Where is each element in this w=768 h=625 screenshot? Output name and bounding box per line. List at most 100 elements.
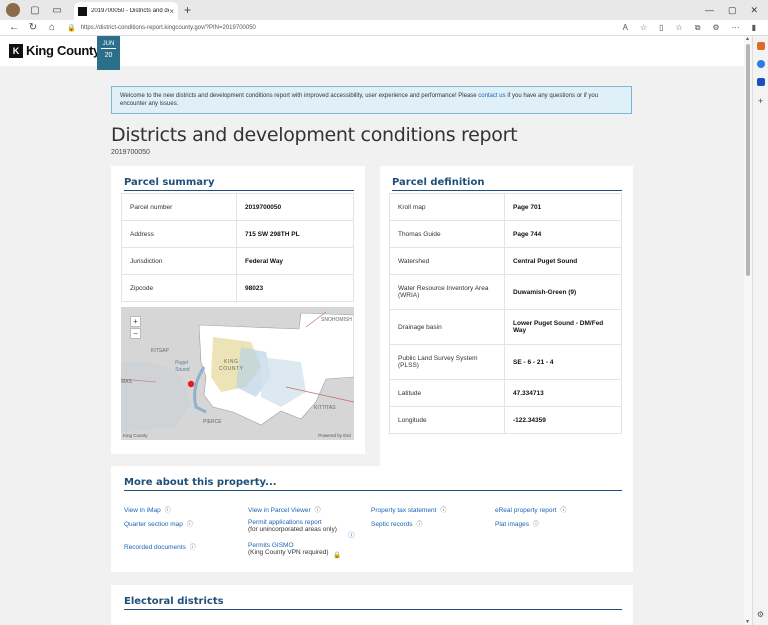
row-label: Longitude: [389, 406, 505, 434]
gismo-vpn-note: (King County VPN required): [248, 549, 329, 556]
home-icon[interactable]: ⌂: [47, 22, 57, 33]
tab-actions-icon[interactable]: ▭: [50, 3, 64, 17]
table-row: Jurisdiction Federal Way: [121, 247, 354, 275]
link-label: Plat images: [495, 521, 529, 528]
table-row: Latitude 47.334713: [389, 379, 622, 407]
view-in-imap-link[interactable]: View in iMap ⓘ: [124, 505, 171, 514]
outlook-icon[interactable]: [756, 78, 765, 86]
scroll-up-icon[interactable]: ▲: [745, 36, 750, 42]
settings-gear-icon[interactable]: ⚙: [757, 610, 764, 619]
permits-gismo-link[interactable]: Permits GISMO (King County VPN required): [248, 542, 329, 556]
plat-images-link[interactable]: Plat images ⓘ: [495, 519, 539, 528]
parcel-summary-card: Parcel summary Parcel number 2019700050 A…: [111, 166, 365, 454]
parcel-id-subtitle: 2019700050: [111, 149, 150, 156]
link-label: Permit applications report: [248, 519, 322, 526]
view-in-parcel-viewer-link[interactable]: View in Parcel Viewer ⓘ: [248, 505, 321, 514]
sidebar-toggle-icon[interactable]: ▮: [752, 23, 756, 33]
contact-us-link[interactable]: contact us: [478, 93, 505, 99]
tab-title: 2019700050 - Districts and dev: [91, 8, 170, 14]
help-icon[interactable]: ⓘ: [165, 508, 171, 514]
row-value: 98023: [236, 274, 354, 302]
shopping-icon[interactable]: [756, 42, 765, 50]
central-puget-sound-link[interactable]: Central Puget Sound: [504, 247, 622, 275]
menu-icon[interactable]: ⋯: [732, 23, 740, 33]
minimize-icon[interactable]: —: [705, 5, 714, 16]
maximize-icon[interactable]: ▢: [728, 5, 737, 16]
row-label: Address: [121, 220, 237, 248]
permit-applications-note: (for unincorporated areas only): [248, 526, 337, 533]
browser-tab-bar: ▢ ▭ 2019700050 - Districts and dev × + —…: [0, 0, 768, 20]
help-icon[interactable]: ⓘ: [190, 545, 196, 551]
extensions-icon[interactable]: ⚙: [712, 23, 719, 33]
row-label: Parcel number: [121, 193, 237, 221]
read-aloud-icon[interactable]: A: [623, 23, 628, 33]
zoom-in-button[interactable]: +: [130, 316, 141, 327]
profile-avatar[interactable]: [6, 3, 20, 17]
help-icon[interactable]: ⓘ: [533, 522, 539, 528]
map-label-kittitas: KITTITAS: [314, 405, 336, 411]
watershed-link[interactable]: Watershed: [389, 247, 505, 275]
electoral-districts-heading: Electoral districts: [124, 596, 622, 610]
link-label: View in iMap: [124, 507, 161, 514]
map-label-kitsap: KITSAP: [151, 348, 169, 354]
help-icon[interactable]: ⓘ: [440, 508, 446, 514]
search-icon[interactable]: [756, 60, 765, 68]
scrollbar-thumb[interactable]: [746, 44, 750, 276]
close-window-icon[interactable]: ✕: [750, 5, 758, 16]
favorite-star-icon[interactable]: ☆: [640, 23, 647, 33]
help-icon[interactable]: ⓘ: [417, 522, 423, 528]
favorites-icon[interactable]: ☆: [676, 23, 683, 33]
page-title: Districts and development conditions rep…: [111, 124, 518, 146]
recorded-documents-link[interactable]: Recorded documents ⓘ: [124, 542, 196, 551]
king-county-logo[interactable]: K King County: [9, 43, 100, 58]
split-screen-icon[interactable]: ▯: [659, 23, 663, 33]
url-field[interactable]: 🔒 https://district-conditions-report.kin…: [67, 24, 256, 32]
map-label-sound: Sound: [175, 367, 190, 373]
help-icon[interactable]: ⓘ: [187, 522, 193, 528]
row-value: Page 701: [504, 193, 622, 221]
collections-icon[interactable]: ⧉: [695, 23, 701, 33]
table-row: Thomas Guide Page 744: [389, 220, 622, 248]
welcome-banner: Welcome to the new districts and develop…: [111, 86, 632, 114]
banner-text-before: Welcome to the new districts and develop…: [120, 93, 479, 99]
septic-records-link[interactable]: Septic records ⓘ: [371, 519, 423, 528]
parcel-map[interactable]: + − SNOHOMISH KITSAP Puget Sound KING CO…: [121, 307, 354, 440]
table-row: Parcel number 2019700050: [121, 193, 354, 221]
more-about-property-card: More about this property... View in iMap…: [111, 466, 633, 572]
back-icon[interactable]: ←: [9, 22, 19, 33]
map-label-mason: MAS: [121, 379, 132, 385]
jurisdiction-link[interactable]: Federal Way: [236, 247, 354, 275]
vpn-lock-icon: 🔒: [333, 552, 342, 559]
map-attribution: King County: [123, 433, 148, 438]
ereal-property-report-link[interactable]: eReal property report ⓘ: [495, 505, 566, 514]
king-county-logo-icon: K: [9, 43, 23, 58]
help-icon[interactable]: ⓘ: [348, 529, 355, 539]
help-icon[interactable]: ⓘ: [315, 508, 321, 514]
duwamish-green-link[interactable]: Duwamish-Green (9): [504, 274, 622, 310]
new-tab-icon[interactable]: +: [184, 3, 191, 17]
permit-applications-report-link[interactable]: Permit applications report (for unincorpo…: [248, 519, 337, 533]
logo-text: King County: [26, 43, 100, 58]
help-icon[interactable]: ⓘ: [560, 508, 566, 514]
wria-link[interactable]: Water Resource Inventory Area (WRIA): [389, 274, 505, 310]
lock-icon[interactable]: 🔒: [67, 24, 76, 32]
row-value: 715 SW 298TH PL: [236, 220, 354, 248]
table-row: Public Land Survey System (PLSS) SE - 6 -…: [389, 344, 622, 380]
row-label: Drainage basin: [389, 309, 505, 345]
scroll-down-icon[interactable]: ▼: [745, 619, 750, 625]
parcel-definition-card: Parcel definition Kroll map Page 701 Thom…: [380, 166, 633, 484]
row-label: Latitude: [389, 379, 505, 407]
url-text: https://district-conditions-report.kingc…: [80, 24, 256, 31]
browser-address-bar: ← ↻ ⌂ 🔒 https://district-conditions-repo…: [0, 20, 768, 36]
close-tab-icon[interactable]: ×: [169, 7, 174, 16]
page-viewport: K King County JUN 20 Welcome to the new …: [0, 36, 744, 625]
add-sidebar-app-icon[interactable]: +: [758, 96, 763, 106]
refresh-icon[interactable]: ↻: [28, 22, 38, 33]
workspaces-icon[interactable]: ▢: [28, 3, 42, 17]
edge-sidebar: + ⚙: [752, 36, 768, 625]
page-scrollbar[interactable]: ▲ ▼: [744, 36, 752, 625]
property-tax-statement-link[interactable]: Property tax statement ⓘ: [371, 505, 446, 514]
browser-tab[interactable]: 2019700050 - Districts and dev ×: [74, 2, 178, 20]
quarter-section-map-link[interactable]: Quarter section map ⓘ: [124, 519, 193, 528]
zoom-out-button[interactable]: −: [130, 328, 141, 339]
